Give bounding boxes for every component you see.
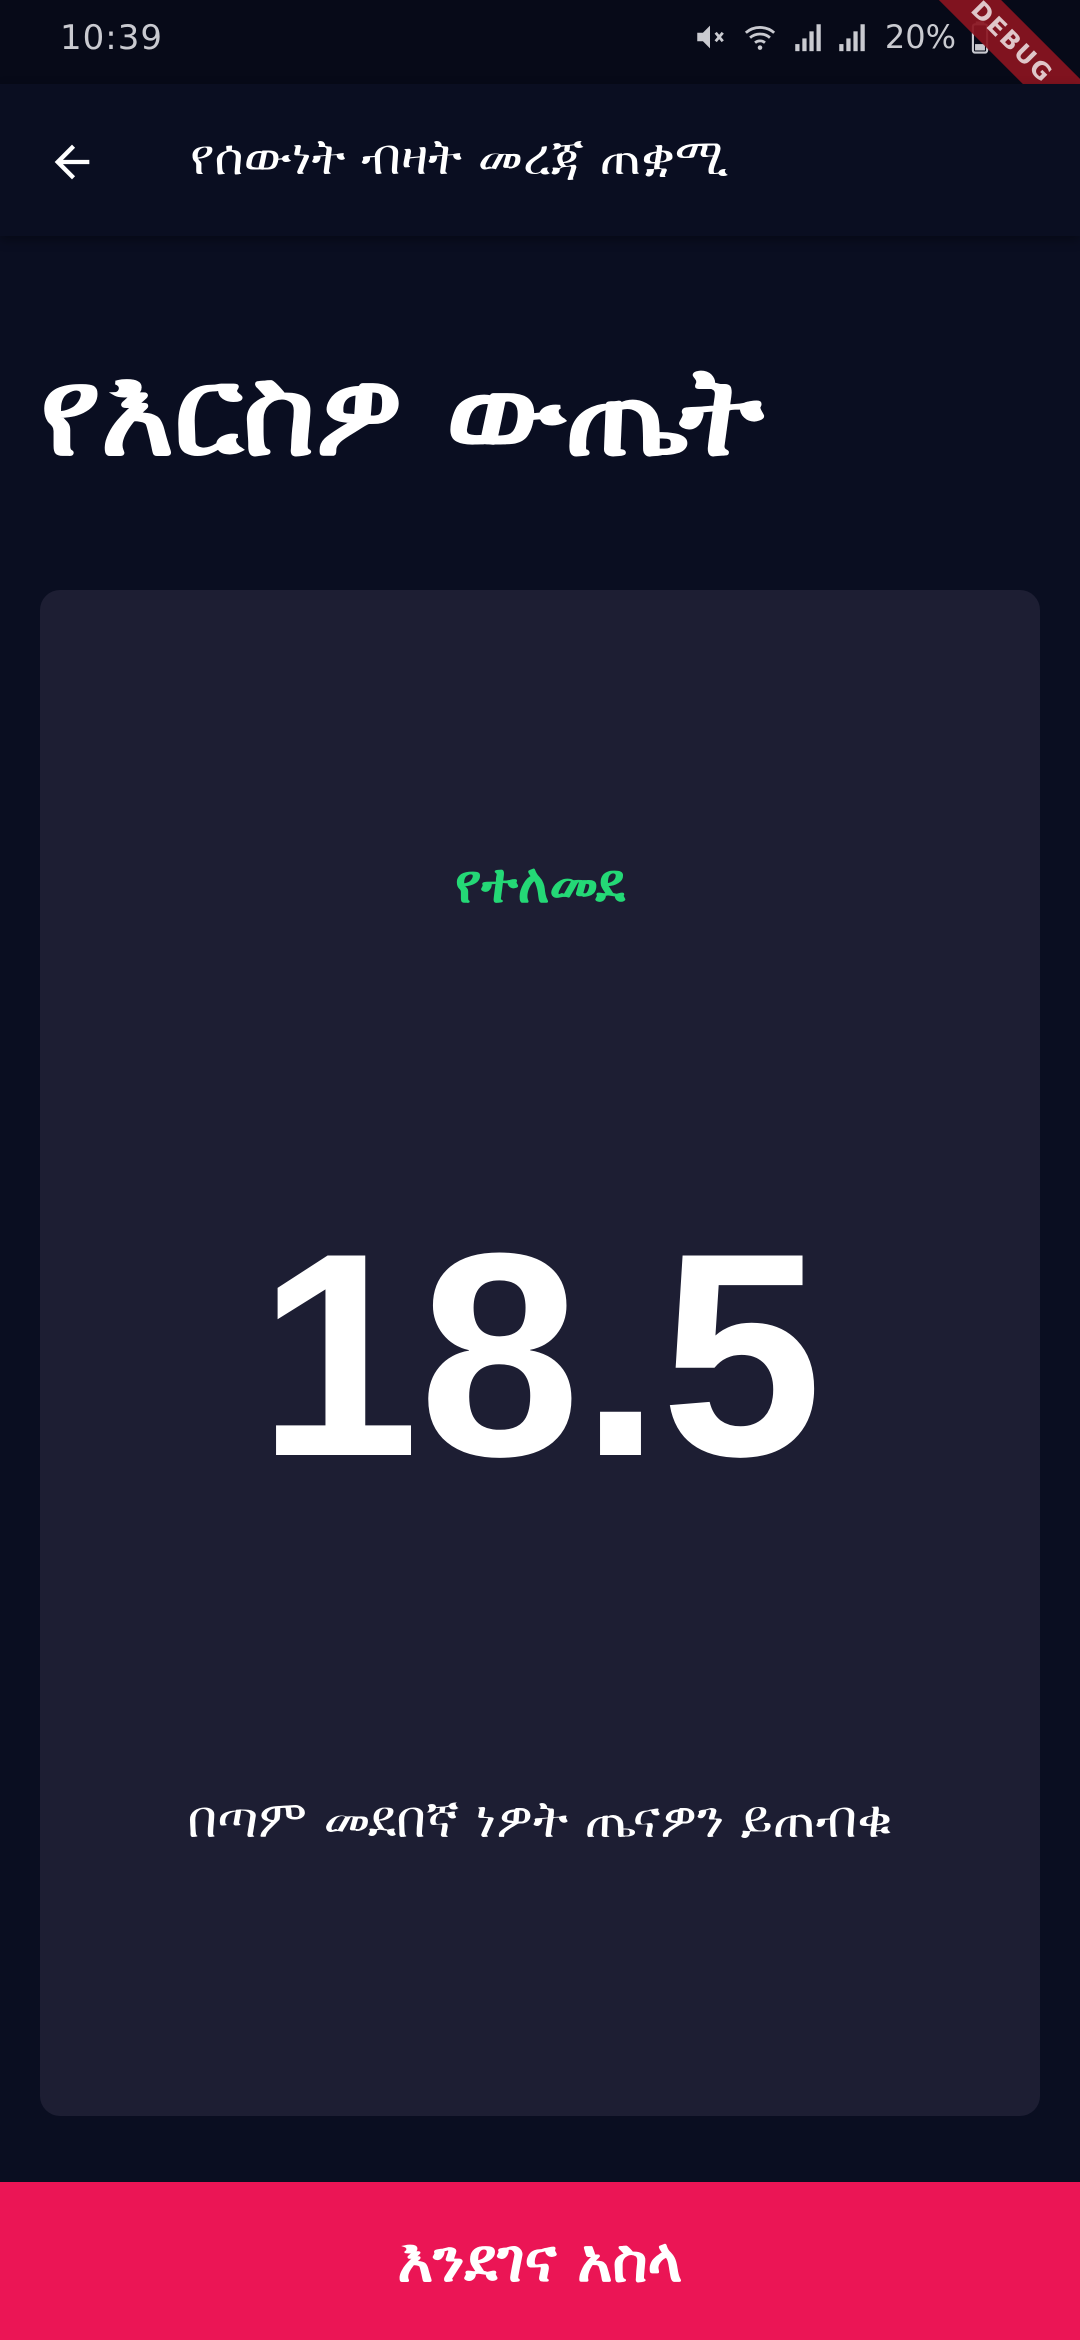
app-bar: የሰውነት ብዛት መረጃ ጠቋሚ: [0, 84, 1080, 236]
wifi-icon: [741, 20, 779, 54]
result-screen: 10:39 20% DEBUG የሰውነት ብዛት መረጃ ጠቋሚ የእርስዎ …: [0, 0, 1080, 2340]
status-bar: 10:39 20%: [0, 0, 1080, 84]
mute-icon: [693, 20, 727, 54]
app-title: የሰውነት ብዛት መረጃ ጠቋሚ: [190, 128, 729, 186]
bmi-value: 18.5: [257, 1193, 823, 1517]
page-title: የእርስዎ ውጤት: [40, 340, 764, 484]
result-status: የተለመደ: [454, 852, 626, 915]
back-button[interactable]: [30, 122, 114, 206]
arrow-left-icon: [46, 136, 98, 192]
battery-percentage: 20%: [884, 18, 956, 56]
result-interpretation: በጣም መደበኛ ነዎት ጤናዎን ይጠብቁ: [187, 1790, 893, 1850]
recalculate-button[interactable]: እንደገና አስላ: [0, 2182, 1080, 2340]
result-card: የተለመደ 18.5 በጣም መደበኛ ነዎት ጤናዎን ይጠብቁ: [40, 590, 1040, 2116]
status-time: 10:39: [60, 18, 163, 58]
signal-icon: [837, 20, 867, 54]
recalculate-label: እንደገና አስላ: [397, 2226, 683, 2296]
status-icons: 20%: [693, 18, 990, 56]
signal-icon: [793, 20, 823, 54]
